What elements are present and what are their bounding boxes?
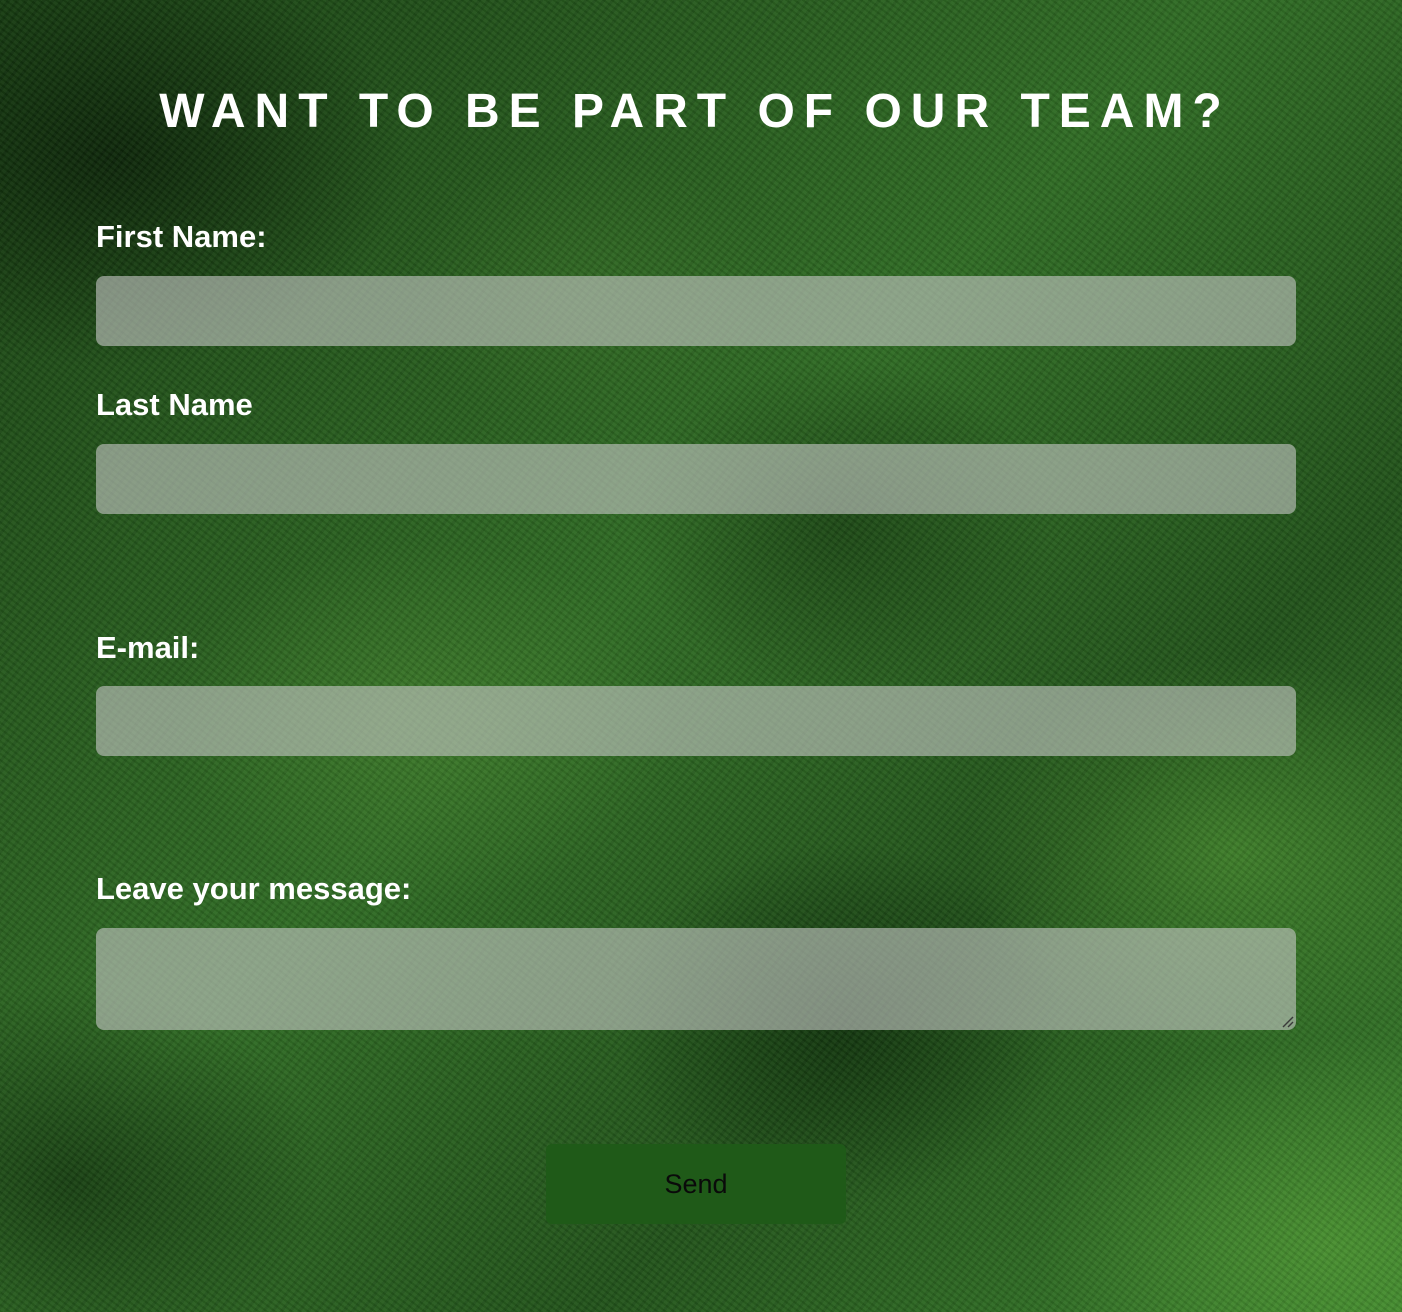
resize-grip-icon[interactable] xyxy=(1280,1014,1294,1028)
last-name-input[interactable] xyxy=(96,444,1296,514)
last-name-label: Last Name xyxy=(96,387,253,422)
message-label: Leave your message: xyxy=(96,871,412,906)
form-title: WANT TO BE PART OF OUR TEAM? xyxy=(159,85,1231,138)
send-button[interactable]: Send xyxy=(546,1144,846,1224)
email-input[interactable] xyxy=(96,686,1296,756)
first-name-input[interactable] xyxy=(96,276,1296,346)
first-name-label: First Name: xyxy=(96,219,267,254)
email-label: E-mail: xyxy=(96,630,200,665)
message-textarea[interactable] xyxy=(96,928,1296,1030)
team-application-form: WANT TO BE PART OF OUR TEAM? First Name:… xyxy=(0,0,1402,1312)
